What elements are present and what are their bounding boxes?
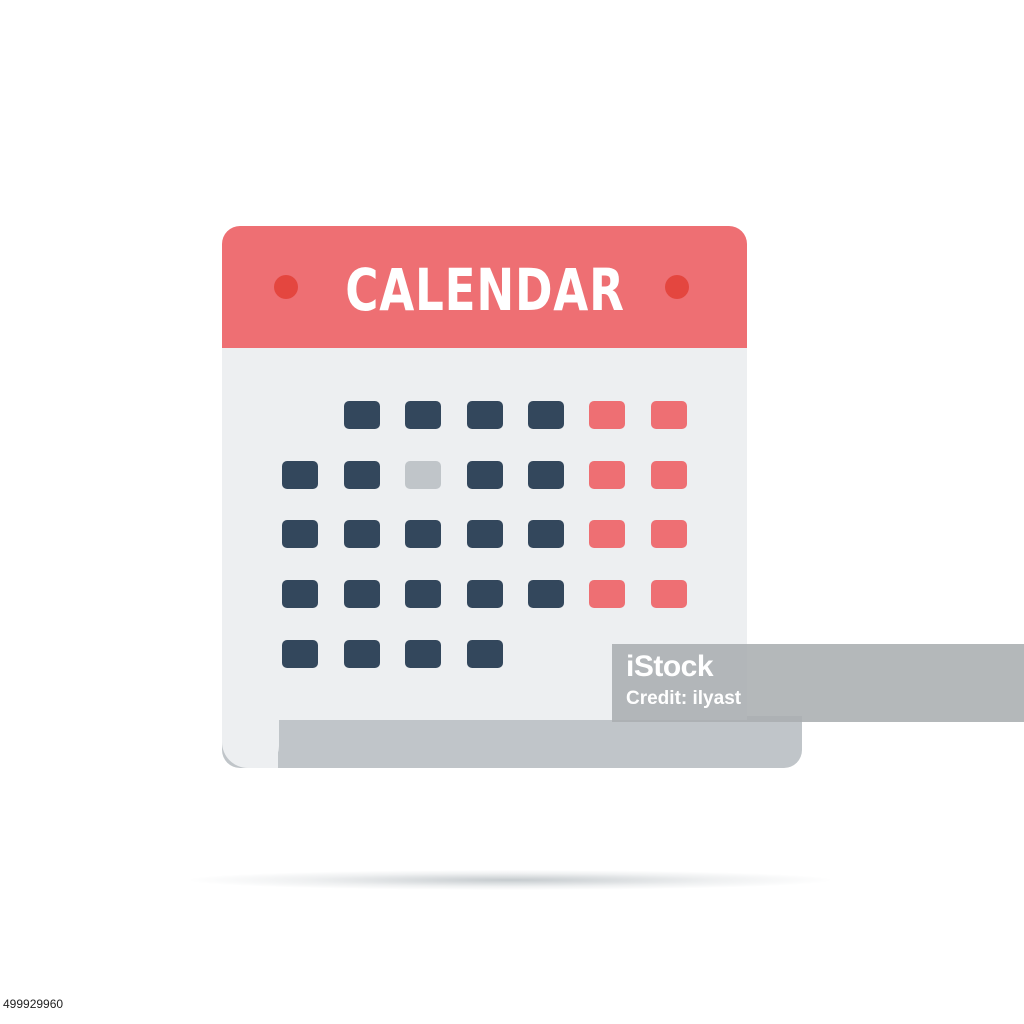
day-cell-weekend	[589, 461, 625, 489]
day-cell	[405, 580, 441, 608]
day-cell	[344, 520, 380, 548]
watermark-credit: Credit: ilyast	[626, 688, 742, 709]
day-cell	[405, 401, 441, 429]
day-cell-today	[405, 461, 441, 489]
day-cell	[344, 401, 380, 429]
floor-shadow	[190, 870, 830, 890]
day-cell	[528, 461, 564, 489]
watermark-band: iStock Credit: ilyast	[612, 644, 1024, 722]
day-cell	[282, 520, 318, 548]
day-cell	[405, 520, 441, 548]
day-cell	[344, 580, 380, 608]
day-cell-weekend	[651, 520, 687, 548]
day-cell-weekend	[589, 520, 625, 548]
day-cell	[467, 580, 503, 608]
watermark-logo: iStock	[626, 650, 714, 683]
day-cell-weekend	[589, 401, 625, 429]
day-cell-weekend	[589, 580, 625, 608]
day-cell-weekend	[651, 461, 687, 489]
day-cell	[528, 580, 564, 608]
day-cell	[405, 640, 441, 668]
day-cell	[344, 640, 380, 668]
day-cell	[282, 461, 318, 489]
day-cell	[467, 401, 503, 429]
day-cell	[282, 580, 318, 608]
day-cell	[467, 520, 503, 548]
day-cell	[344, 461, 380, 489]
day-cell	[528, 520, 564, 548]
day-cell-weekend	[651, 401, 687, 429]
stock-id-label: 499929960	[0, 994, 67, 1014]
day-cell	[528, 401, 564, 429]
day-cell	[467, 640, 503, 668]
day-cell-weekend	[651, 580, 687, 608]
day-cell	[282, 640, 318, 668]
day-cell	[467, 461, 503, 489]
